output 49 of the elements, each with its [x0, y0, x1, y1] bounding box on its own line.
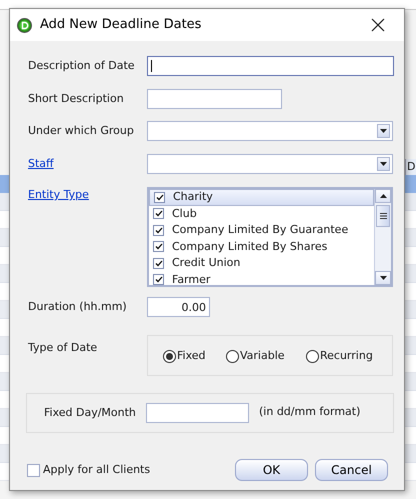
list-item[interactable]: Club — [149, 206, 374, 222]
list-item[interactable]: Charity — [149, 189, 374, 206]
check-icon — [154, 243, 162, 250]
down-arrow-icon — [380, 276, 386, 280]
checkbox[interactable] — [153, 258, 164, 269]
radio-button[interactable]: Recurring — [306, 348, 373, 365]
radio-button[interactable]: Fixed — [163, 348, 226, 365]
check-icon — [154, 210, 162, 218]
dropdown-field[interactable] — [147, 154, 393, 174]
column-header: D — [405, 159, 416, 175]
list-item[interactable]: Credit Union — [149, 255, 374, 272]
check-icon — [154, 260, 162, 267]
list-item[interactable]: Farmer — [149, 272, 374, 285]
caret-icon — [380, 129, 387, 133]
check-icon — [154, 276, 162, 284]
ok-button[interactable]: OK — [235, 459, 308, 481]
checkbox[interactable] — [154, 192, 165, 203]
checkbox[interactable] — [153, 224, 164, 236]
date-field[interactable] — [146, 403, 249, 423]
field-label: Under which Group — [28, 122, 135, 139]
text-field[interactable] — [147, 56, 394, 76]
field-label: Fixed Day/Month — [44, 404, 137, 421]
cancel-button[interactable]: Cancel — [315, 459, 388, 481]
dropdown-field[interactable] — [147, 121, 393, 141]
field-label: Description of Date — [28, 58, 136, 74]
window-title: Add New Deadline Dates — [40, 16, 202, 34]
text-field[interactable] — [147, 89, 282, 109]
apply-checkbox[interactable]: Apply for all Clients — [27, 462, 235, 478]
radio-button[interactable]: Variable — [226, 348, 306, 365]
scrollbar[interactable] — [374, 189, 391, 285]
field-link[interactable]: Entity Type — [28, 187, 147, 204]
list-item[interactable]: Company Limited By Guarantee — [149, 222, 374, 238]
field-label: Type of Date — [28, 340, 98, 356]
checkbox[interactable] — [153, 208, 164, 220]
check-icon — [154, 226, 162, 234]
number-field[interactable]: 0.00 — [147, 297, 210, 317]
app-logo-icon — [17, 18, 32, 32]
checkbox[interactable] — [153, 274, 164, 285]
checkbox[interactable] — [153, 241, 164, 252]
grip-icon — [380, 213, 386, 219]
field-label: Short Description — [28, 90, 125, 107]
format-hint: (in dd/mm format) — [259, 404, 360, 420]
field-label: Duration (hh.mm) — [28, 298, 128, 315]
caret-icon — [380, 162, 387, 166]
up-arrow-icon — [380, 194, 386, 198]
field-link[interactable]: Staff — [28, 156, 147, 172]
close-icon — [371, 18, 385, 32]
check-icon — [156, 194, 164, 201]
list-item[interactable]: Company Limited By Shares — [149, 238, 374, 255]
